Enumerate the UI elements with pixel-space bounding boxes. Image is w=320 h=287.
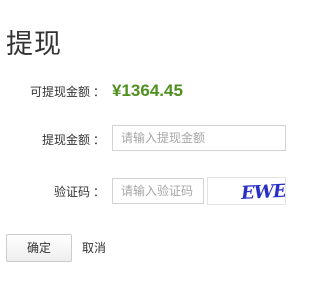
captcha-image-svg: EWEC — [240, 180, 285, 204]
label-colon: ： — [92, 185, 105, 199]
label-colon: ： — [92, 85, 105, 99]
captcha-image-text: EWEC — [240, 180, 285, 204]
captcha-label: 验证码： — [54, 183, 105, 200]
captcha-label-text: 验证码 — [53, 185, 90, 199]
cancel-link[interactable]: 取消 — [82, 240, 106, 256]
withdrawable-balance-label: 可提现金额： — [30, 83, 105, 100]
withdraw-amount-input[interactable] — [112, 125, 286, 151]
captcha-image[interactable]: EWEC — [207, 177, 286, 205]
withdraw-amount-label: 提现金额： — [42, 131, 105, 148]
withdrawable-balance-label-text: 可提现金额 — [29, 85, 90, 99]
withdrawable-balance-value: ¥1364.45 — [112, 81, 183, 100]
label-colon: ： — [92, 133, 105, 147]
page-title: 提现 — [6, 29, 62, 60]
withdraw-amount-label-text: 提现金额 — [41, 133, 90, 147]
confirm-button[interactable]: 确定 — [6, 234, 72, 262]
captcha-input[interactable] — [112, 178, 204, 204]
